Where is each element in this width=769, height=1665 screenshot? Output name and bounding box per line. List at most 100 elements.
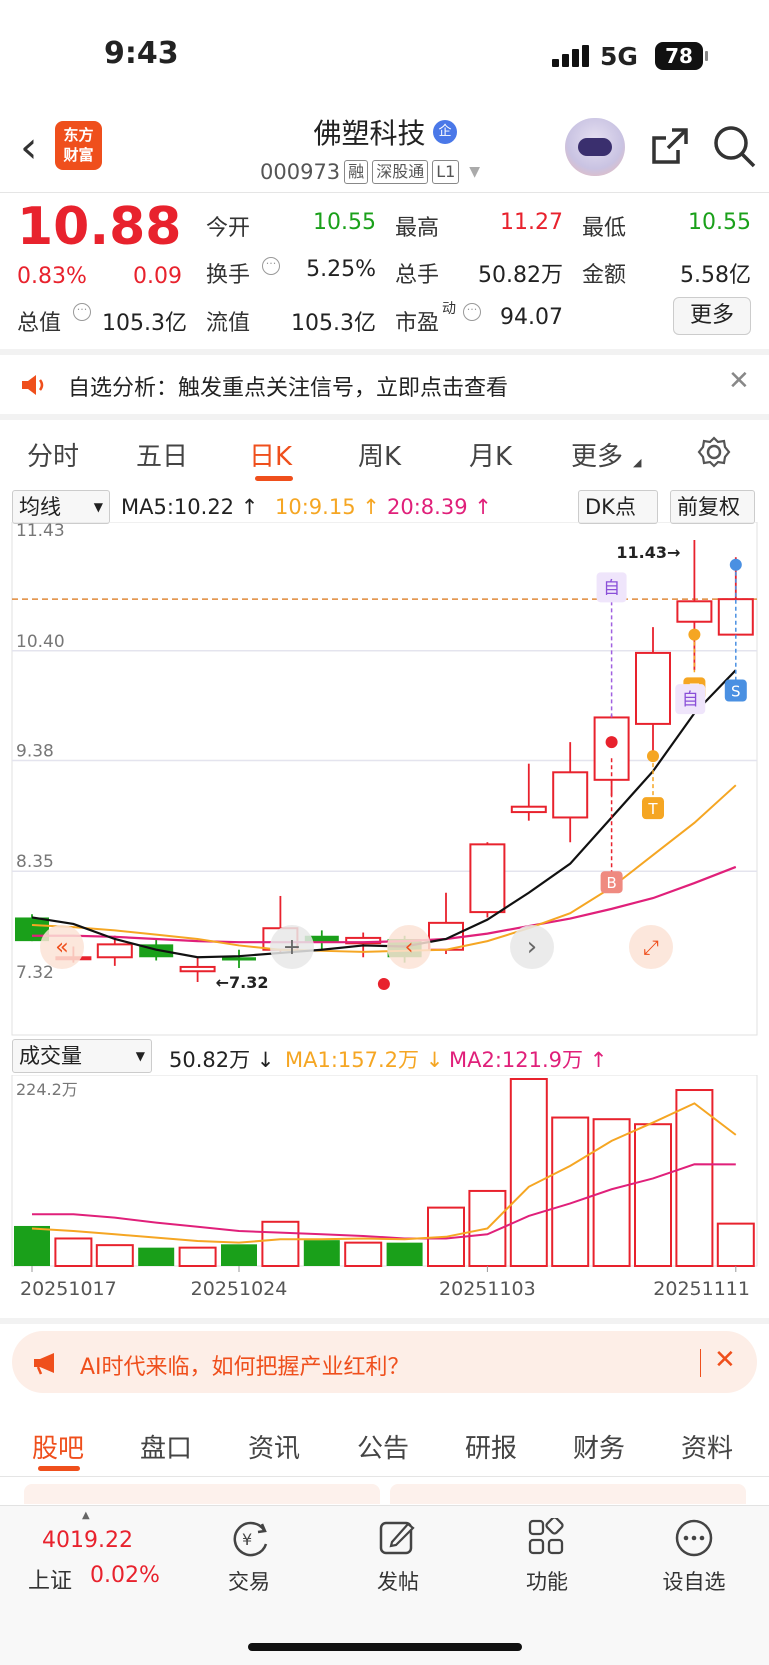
tab-daily-k[interactable]: 日K (249, 436, 292, 473)
chevron-left-icon: ‹ (405, 935, 414, 960)
tab-guba[interactable]: 股吧 (32, 1428, 84, 1465)
trade-icon[interactable]: ¥ (228, 1518, 272, 1558)
index-value[interactable]: 4019.22 (42, 1528, 133, 1553)
last-price: 10.88 (17, 197, 182, 257)
volume-bar (386, 1242, 423, 1266)
ma20-label: 20:8.39 ↑ (387, 495, 492, 519)
change-percent: 0.83% (17, 264, 87, 289)
y-tick-label: 9.38 (16, 741, 54, 761)
tab-weekly-k[interactable]: 周K (358, 436, 401, 473)
volume-ma1-text: MA1:157.2万 (285, 1048, 420, 1072)
volume-bar (261, 1220, 300, 1267)
info-icon[interactable]: ··· (73, 303, 91, 321)
sell-signal-dot (729, 558, 742, 571)
ad-text[interactable]: AI时代来临，如何把握产业红利？ (80, 1349, 410, 1381)
close-icon[interactable]: ✕ (714, 1345, 736, 1375)
info-icon[interactable]: ··· (262, 257, 280, 275)
expand-up-icon[interactable]: ▲ (82, 1510, 90, 1521)
sell-signal-badge-text: S (731, 683, 741, 701)
y-tick-label: 7.32 (16, 963, 54, 983)
candle-body (96, 943, 133, 959)
tab-five-day[interactable]: 五日 (136, 436, 188, 473)
tab-news[interactable]: 资讯 (248, 1428, 300, 1465)
more-button[interactable]: 更多 (673, 297, 751, 335)
volume-bar (138, 1247, 175, 1266)
nav-post[interactable]: 发帖 (353, 1566, 443, 1596)
info-icon[interactable]: ··· (463, 303, 481, 321)
candle-body (635, 651, 671, 725)
settings-gear-icon[interactable] (697, 435, 731, 469)
ma20-line (32, 865, 737, 944)
search-icon[interactable] (712, 124, 758, 170)
index-name[interactable]: 上证 (28, 1563, 72, 1595)
ma20-text: 20:8.39 (387, 495, 468, 519)
volume-indicator-select[interactable]: 成交量 ▼ (12, 1039, 152, 1073)
volume-indicator-label: 成交量 (19, 1044, 82, 1068)
stock-code-row[interactable]: 000973 融 深股通 L1 ▼ (260, 160, 480, 184)
volume-value: 50.82万 (478, 263, 563, 288)
tab-active-indicator (255, 476, 293, 481)
section-divider (0, 414, 769, 420)
functions-grid-icon[interactable] (527, 1518, 567, 1558)
tab-intraday[interactable]: 分时 (27, 436, 79, 473)
tab-pankou[interactable]: 盘口 (140, 1428, 192, 1465)
volume-ma2-text: MA2:121.9万 (449, 1048, 584, 1072)
tab-profile[interactable]: 资料 (681, 1428, 733, 1465)
bottom-tab-active-indicator (38, 1466, 80, 1471)
y-tick-label: 8.35 (16, 852, 54, 872)
volume-bar (551, 1116, 590, 1267)
dk-point-toggle[interactable]: DK点 (578, 490, 658, 524)
ad-separator (700, 1349, 701, 1377)
pe-superscript: 动 (442, 301, 456, 317)
index-pct[interactable]: 0.02% (90, 1563, 160, 1588)
watchlist-more-icon[interactable] (674, 1518, 714, 1558)
trade-signal-badge-text: T (647, 800, 658, 818)
ma10-line (31, 784, 737, 953)
open-value: 10.55 (313, 210, 376, 235)
ma5-label: MA5:10.22 ↑ (121, 495, 259, 519)
volume-total-text: 50.82万 (169, 1048, 251, 1072)
tab-research[interactable]: 研报 (465, 1428, 517, 1465)
volume-chart[interactable]: 224.2万 20251017 20251024 20251103 20251111 (0, 1075, 769, 1307)
candle-body (428, 921, 464, 951)
home-indicator (248, 1643, 522, 1651)
tab-monthly-k[interactable]: 月K (469, 436, 512, 473)
self-select-badge-text: 自 (682, 690, 699, 710)
nav-functions[interactable]: 功能 (502, 1566, 592, 1596)
stock-code: 000973 (260, 160, 341, 184)
share-icon[interactable] (648, 124, 692, 168)
battery-icon: 78 (655, 42, 703, 70)
post-edit-icon[interactable] (378, 1518, 418, 1558)
volume-bar (95, 1244, 134, 1268)
tab-announcements[interactable]: 公告 (357, 1428, 409, 1465)
ma5-text: MA5:10.22 (121, 495, 235, 519)
stock-name-text: 佛塑科技 (313, 117, 426, 150)
market-cap-label: 总值 (17, 311, 62, 336)
tab-more[interactable]: 更多 (571, 436, 623, 473)
adjust-price-toggle[interactable]: 前复权 (670, 490, 755, 524)
battery-tip (705, 51, 708, 61)
y-tick-label: 11.43 (16, 522, 65, 541)
adjust-label: 前复权 (677, 495, 740, 519)
tag-margin: 融 (344, 160, 369, 184)
tab-finance[interactable]: 财务 (573, 1428, 625, 1465)
ma5-line (31, 669, 737, 959)
chevron-right-icon: › (527, 932, 537, 962)
post-card-peek (390, 1484, 746, 1504)
close-icon[interactable]: ✕ (728, 366, 750, 396)
volume-bar (716, 1222, 755, 1268)
candle-body (222, 957, 256, 961)
candle-body (552, 771, 589, 819)
nav-trade[interactable]: 交易 (204, 1566, 294, 1596)
double-left-icon: « (55, 935, 68, 960)
enterprise-badge: 企 (433, 120, 457, 144)
volume-bar (634, 1123, 672, 1268)
notice-text[interactable]: 自选分析：触发重点关注信号，立即点击查看 (68, 370, 508, 402)
dropdown-icon: ▼ (469, 164, 481, 180)
volume-bar (178, 1246, 217, 1268)
candlestick-chart[interactable]: 11.4310.409.388.357.3211.43→←7.32BTTS自自«… (0, 522, 769, 1037)
nav-add-watchlist[interactable]: 设自选 (649, 1566, 739, 1596)
indicator-select[interactable]: 均线 ▼ (12, 490, 110, 524)
volume-bar (303, 1240, 340, 1266)
tab-divider (0, 1476, 769, 1477)
